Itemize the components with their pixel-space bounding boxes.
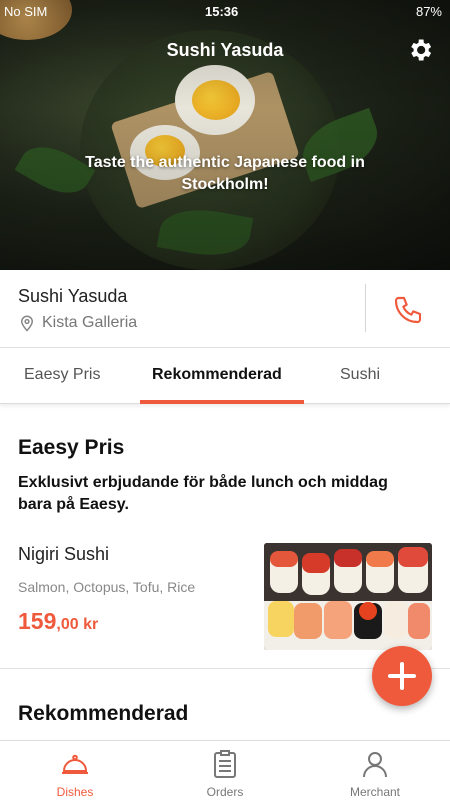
gear-icon[interactable] [406,36,434,64]
tab-rekommenderad[interactable]: Rekommenderad [152,366,282,384]
person-icon [363,752,387,778]
dish-price: 159,00 kr [18,608,98,635]
dish-ingredients: Salmon, Octopus, Tofu, Rice [18,579,196,595]
section-title: Eaesy Pris [18,436,125,459]
nav-label: Merchant [349,785,401,799]
section-description: Exklusivt erbjudande för både lunch och … [18,474,388,513]
nav-dishes[interactable]: Dishes [0,741,150,800]
nav-orders[interactable]: Orders [150,741,300,800]
cloche-icon [62,754,88,774]
divider [365,284,366,332]
location-label: Kista Galleria [42,314,138,331]
nav-merchant[interactable]: Merchant [300,741,450,800]
clipboard-icon [214,750,236,778]
restaurant-name: Sushi Yasuda [18,286,128,306]
hero-tagline: Taste the authentic Japanese food in Sto… [85,154,365,193]
plus-icon [388,662,416,690]
battery-text: 87% [415,4,442,19]
section-title: Rekommenderad [18,702,189,725]
tab-eaesy-pris[interactable]: Eaesy Pris [24,366,100,384]
price-main: 159 [18,608,57,634]
phone-icon[interactable] [392,294,424,326]
carrier-text: No SIM [4,4,48,19]
page-title: Sushi Yasuda [166,40,284,60]
category-tabs: Eaesy Pris Rekommenderad Sushi [0,348,450,404]
location-pin-icon [20,315,34,332]
bottom-navigation: Dishes Orders Merchant [0,740,450,800]
tab-sushi[interactable]: Sushi [340,366,380,384]
status-bar: No SIM 15:36 87% [0,0,450,24]
clock-text: 15:36 [205,4,239,19]
nav-label: Dishes [56,785,94,799]
active-tab-indicator [140,400,304,404]
dish-name[interactable]: Nigiri Sushi [18,544,109,565]
price-decimals: ,00 kr [56,616,99,633]
hero-banner: No SIM 15:36 87% Sushi Yasuda Taste the … [0,0,450,270]
add-button[interactable] [372,646,432,706]
restaurant-info: Sushi Yasuda Kista Galleria [0,270,450,348]
nav-label: Orders [206,785,244,799]
dish-image[interactable] [264,543,432,650]
restaurant-location: Kista Galleria [18,313,137,333]
